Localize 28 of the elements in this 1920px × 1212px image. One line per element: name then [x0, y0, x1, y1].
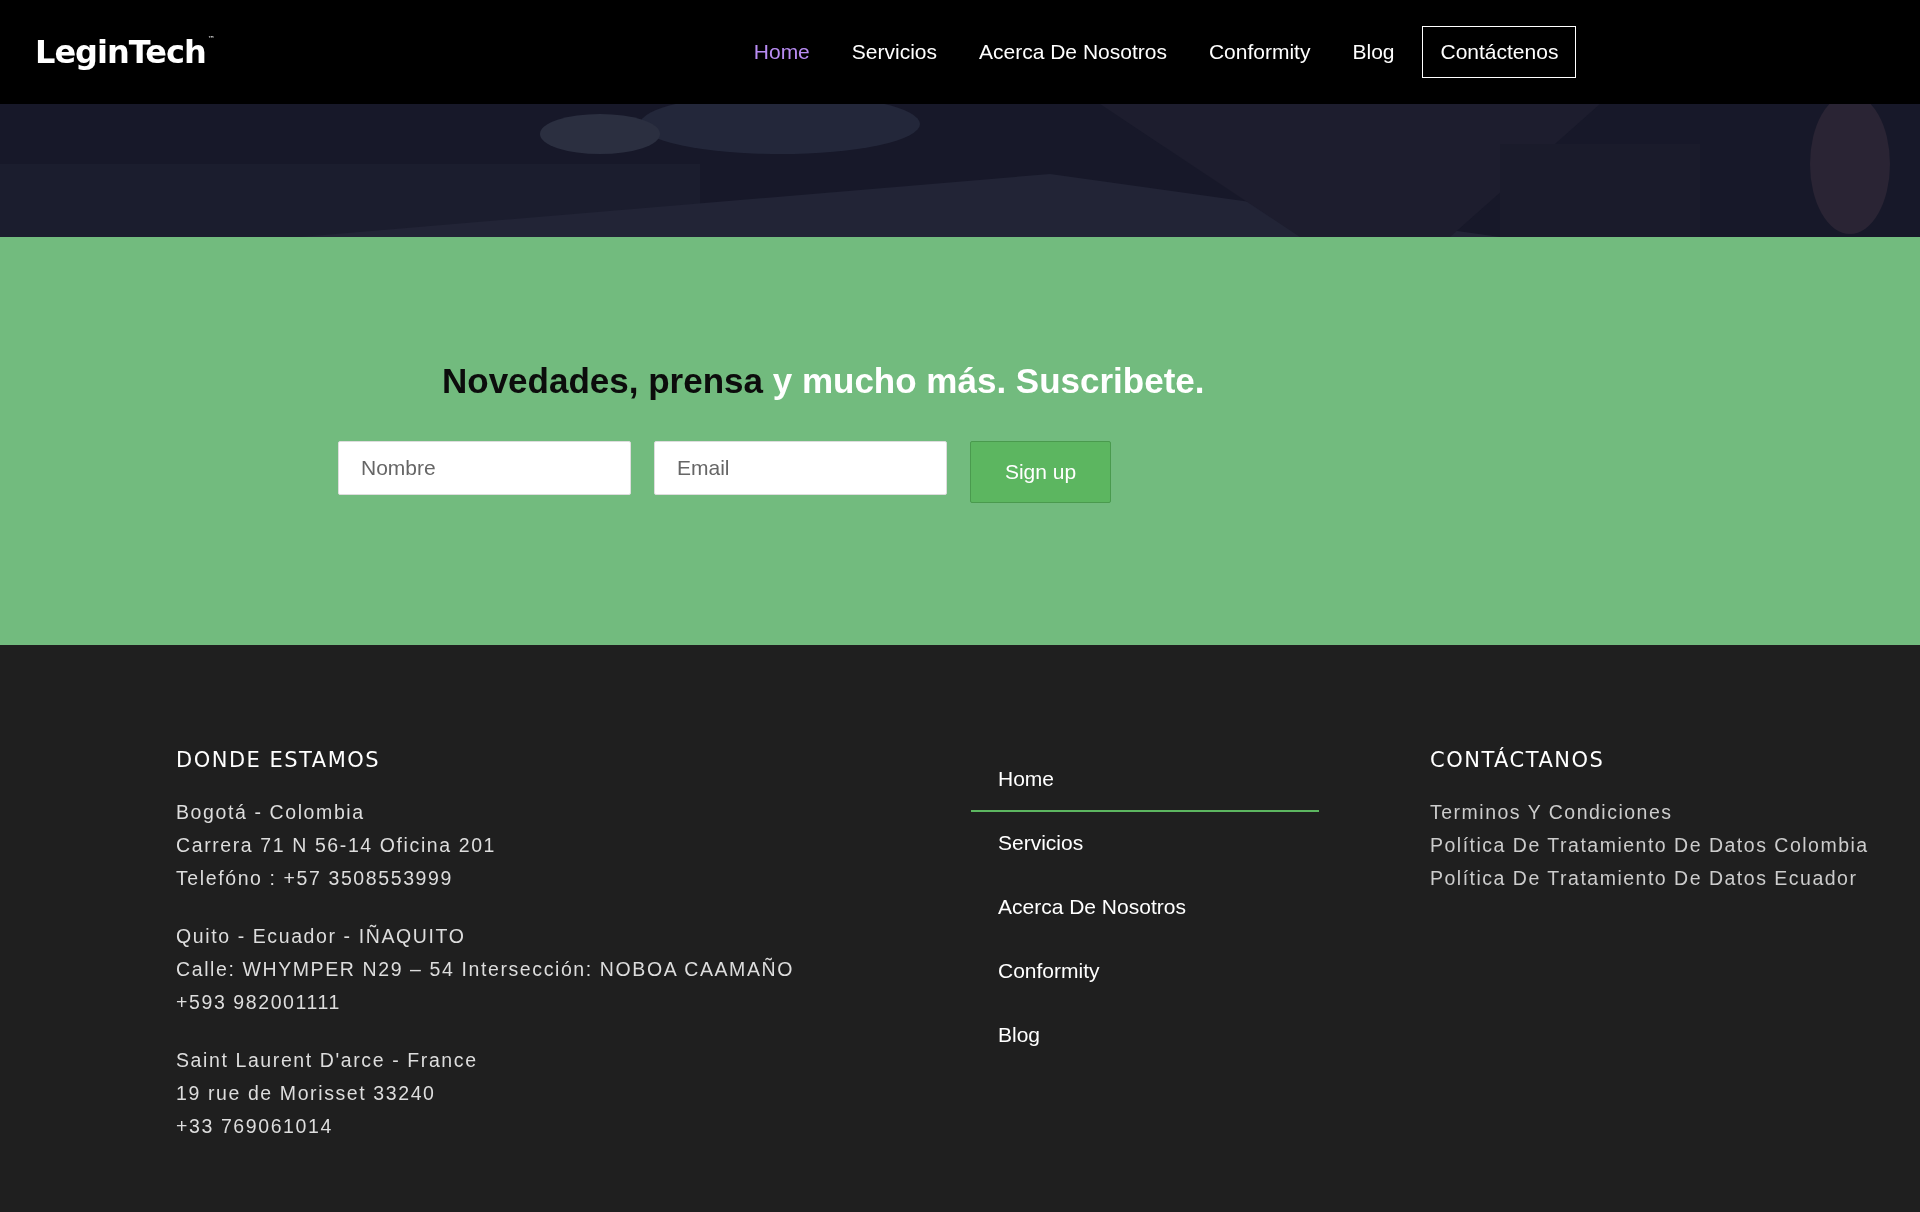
footer-menu-item[interactable]: Conformity [971, 940, 1319, 1004]
address-line: +33 769061014 [176, 1114, 334, 1139]
address-line: Carrera 71 N 56-14 Oficina 201 [176, 833, 498, 858]
footer-menu-item[interactable]: Blog [971, 1004, 1319, 1068]
contact-button[interactable]: Contáctenos [1422, 26, 1577, 78]
newsletter-heading: Novedades, prensa y mucho más. Suscribete. [442, 361, 1206, 401]
nav-link[interactable]: Acerca De Nosotros [979, 40, 1167, 64]
footer-link[interactable]: Política De Tratamiento De Datos Colombia [1430, 829, 1910, 862]
nav-link[interactable]: Servicios [851, 40, 937, 64]
address-line: Saint Laurent D'arce - France [176, 1048, 479, 1073]
email-field[interactable]: Email [654, 441, 947, 495]
nav-link[interactable]: Blog [1352, 40, 1395, 64]
address-line: Calle: WHYMPER N29 – 54 Intersección: NOBOA CAAMAÑO [176, 956, 796, 982]
footer-link[interactable]: Política De Tratamiento De Datos Ecuador [1430, 862, 1910, 895]
footer-menu-item[interactable]: Acerca De Nosotros [971, 876, 1319, 940]
address-line: Quito - Ecuador - IÑAQUITO [176, 923, 467, 949]
address-line: Bogotá - Colombia [176, 800, 366, 825]
address-line: 19 rue de Morisset 33240 [176, 1081, 437, 1106]
address-line: +593 982001111 [176, 990, 342, 1015]
address-line: Telefóno : +57 3508553999 [176, 866, 454, 891]
nav-link[interactable]: Conformity [1208, 40, 1311, 64]
footer-menu-item[interactable]: Home [971, 748, 1319, 812]
footer-menu-item[interactable]: Servicios [971, 812, 1319, 876]
nav-link[interactable]: Home [753, 40, 810, 64]
column-heading: DONDE ESTAMOS [176, 748, 382, 772]
column-heading: CONTÁCTANOS [1430, 748, 1606, 772]
footer-link[interactable]: Terminos Y Condiciones [1430, 796, 1910, 829]
name-field[interactable]: Nombre [338, 441, 631, 495]
